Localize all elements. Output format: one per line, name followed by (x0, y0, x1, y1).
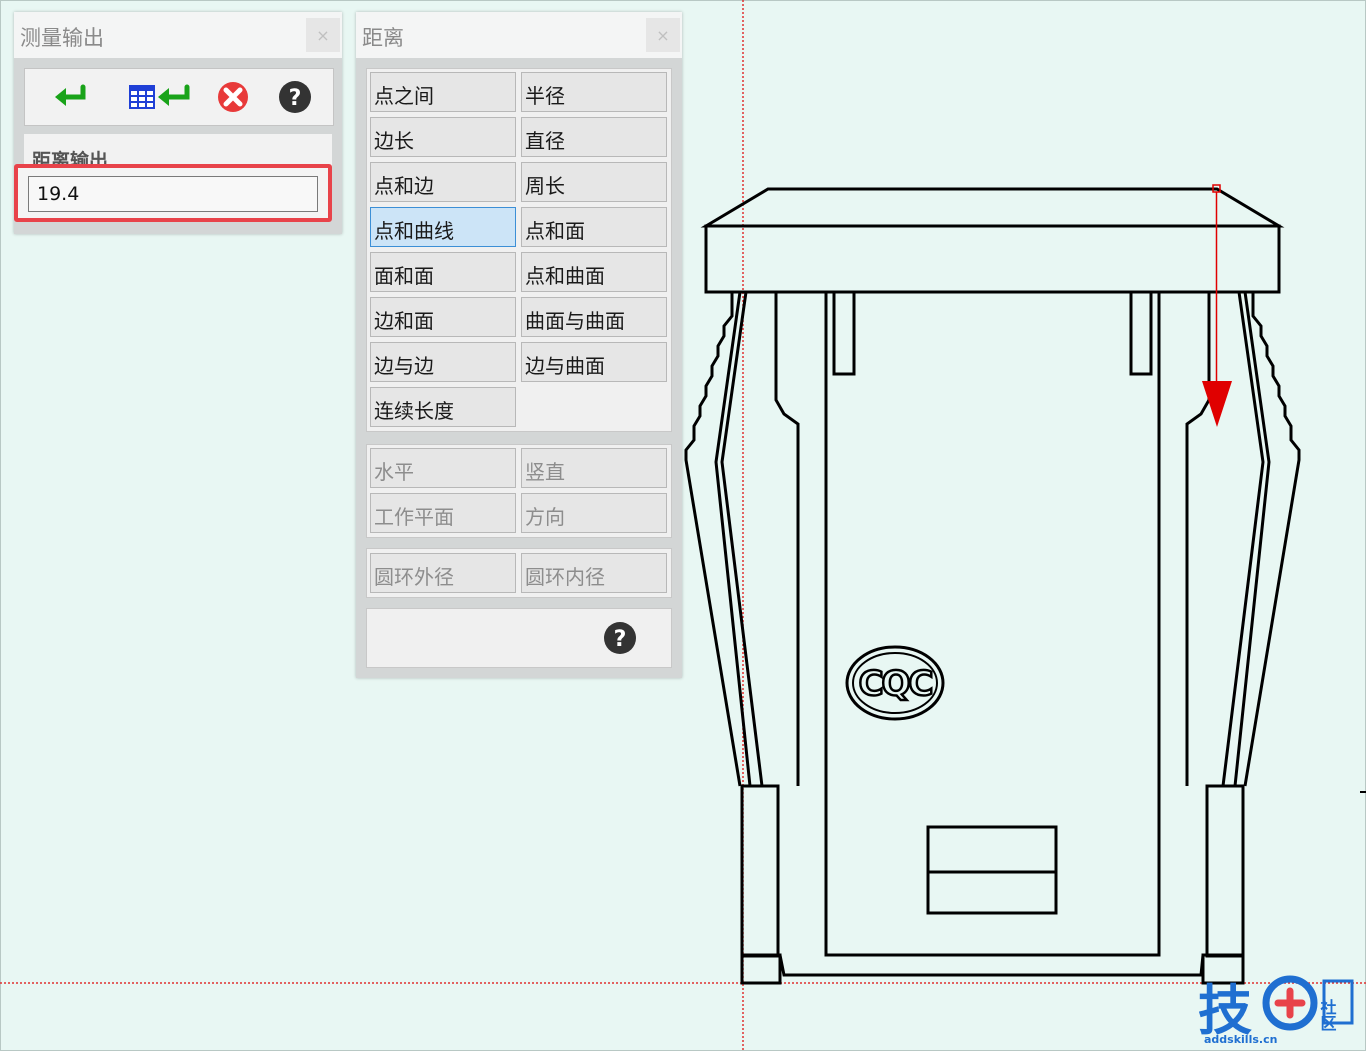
mode-point-to-surface[interactable]: 点和曲面 (521, 252, 667, 292)
distance-close-button[interactable]: × (646, 18, 680, 52)
measure-output-close-button[interactable]: × (306, 18, 340, 52)
close-icon: × (316, 25, 330, 45)
watermark-url: addskills.cn (1204, 1033, 1277, 1045)
badge-text: CQC (859, 664, 932, 704)
ring-group: 圆环外径 圆环内径 (366, 548, 672, 598)
constraint-horizontal[interactable]: 水平 (370, 448, 516, 488)
distance-title: 距离 (362, 26, 404, 50)
mode-edge-to-edge[interactable]: 边与边 (370, 342, 516, 382)
mode-radius[interactable]: 半径 (521, 72, 667, 112)
ok-button[interactable] (51, 79, 91, 115)
distance-mode-group: 点之间 半径 边长 直径 点和边 周长 点和曲线 点和面 面和面 点和曲面 边和… (366, 68, 672, 432)
right-post (1129, 290, 1153, 376)
right-foot-column (1205, 784, 1245, 958)
constraint-work-plane[interactable]: 工作平面 (370, 493, 516, 533)
ring-inner-diameter[interactable]: 圆环内径 (521, 553, 667, 593)
constraint-direction[interactable]: 方向 (521, 493, 667, 533)
measure-output-title: 测量输出 (20, 26, 104, 50)
ok-arrow-icon (55, 84, 86, 106)
mode-edge-to-face[interactable]: 边和面 (370, 297, 516, 337)
measure-output-titlebar[interactable]: 测量输出 × (14, 12, 342, 58)
watermark-logo: 技 社区 addskills.cn (1198, 975, 1354, 1045)
mode-edge-length[interactable]: 边长 (370, 117, 516, 157)
cancel-icon (218, 82, 248, 112)
distance-output-field[interactable]: 19.4 (28, 176, 318, 212)
distance-footer: ? (366, 608, 672, 668)
svg-text:?: ? (289, 86, 302, 111)
constraint-vertical[interactable]: 竖直 (521, 448, 667, 488)
ring-outer-diameter[interactable]: 圆环外径 (370, 553, 516, 593)
left-foot (740, 953, 782, 985)
table-ok-button[interactable] (127, 79, 193, 115)
mode-point-to-edge[interactable]: 点和边 (370, 162, 516, 202)
cancel-button[interactable] (213, 79, 253, 115)
distance-titlebar[interactable]: 距离 × (356, 12, 682, 58)
cap-body (704, 224, 1281, 294)
mode-surface-to-surface[interactable]: 曲面与曲面 (521, 297, 667, 337)
close-icon: × (656, 25, 670, 45)
mode-diameter[interactable]: 直径 (521, 117, 667, 157)
left-post (832, 290, 856, 376)
mode-edge-to-surface[interactable]: 边与曲面 (521, 342, 667, 382)
left-wall (774, 292, 800, 786)
cap-bevel (700, 187, 1285, 228)
svg-text:?: ? (614, 627, 627, 652)
mode-point-to-point[interactable]: 点之间 (370, 72, 516, 112)
distance-panel: 距离 × 点之间 半径 边长 直径 点和边 周长 点和曲线 点和面 面和面 点和… (356, 12, 682, 678)
help-icon: ? (604, 622, 636, 654)
watermark-side-text: 社区 (1318, 998, 1338, 1031)
mode-perimeter[interactable]: 周长 (521, 162, 667, 202)
distance-help-button[interactable]: ? (603, 621, 637, 655)
measure-output-toolbar: ? (24, 68, 334, 126)
help-button[interactable]: ? (275, 79, 315, 115)
distance-output-highlight: 19.4 (14, 164, 332, 222)
mode-point-to-face[interactable]: 点和面 (521, 207, 667, 247)
right-wall (1185, 292, 1211, 786)
mode-continuous-length[interactable]: 连续长度 (370, 387, 516, 427)
watermark-plus-icon (1274, 987, 1306, 1019)
table-ok-icon (129, 84, 190, 109)
left-foot-column (740, 784, 780, 958)
main-body (824, 290, 1161, 957)
constraint-group: 水平 竖直 工作平面 方向 (366, 444, 672, 538)
slot-outer (926, 825, 1058, 915)
help-icon: ? (279, 81, 311, 113)
mode-point-to-curve[interactable]: 点和曲线 (370, 207, 516, 247)
bottom-bar (778, 954, 1205, 977)
mode-face-to-face[interactable]: 面和面 (370, 252, 516, 292)
